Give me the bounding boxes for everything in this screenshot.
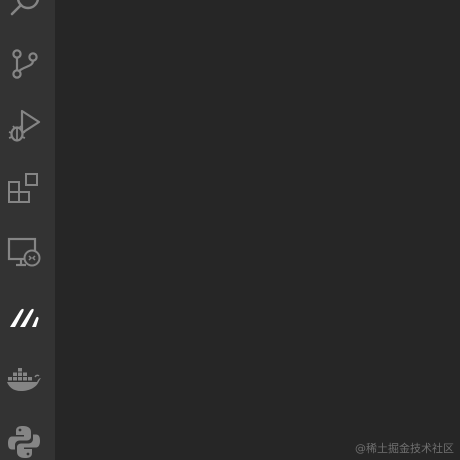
activity-item-search[interactable] xyxy=(0,0,55,34)
mongodb-leaf-icon xyxy=(10,308,39,327)
activity-item-run-debug[interactable] xyxy=(0,94,55,156)
watermark-text: @稀土掘金技术社区 xyxy=(355,442,454,455)
activity-item-remote-explorer[interactable] xyxy=(0,222,55,284)
activity-item-extensions[interactable] xyxy=(0,158,55,220)
python-icon xyxy=(8,426,40,458)
remote-explorer-icon xyxy=(7,237,41,267)
activity-item-docker[interactable] xyxy=(0,346,55,408)
search-icon xyxy=(10,0,40,16)
activity-item-mongodb[interactable] xyxy=(0,284,55,346)
activity-item-source-control[interactable] xyxy=(0,32,55,94)
docker-icon xyxy=(7,368,41,391)
run-debug-icon xyxy=(8,109,41,142)
extensions-icon xyxy=(8,173,38,203)
vscode-window: @稀土掘金技术社区 xyxy=(0,0,460,460)
editor-area: @稀土掘金技术社区 xyxy=(55,0,460,460)
activity-bar xyxy=(0,0,55,460)
activity-item-python[interactable] xyxy=(0,410,55,460)
source-control-icon xyxy=(12,49,38,79)
